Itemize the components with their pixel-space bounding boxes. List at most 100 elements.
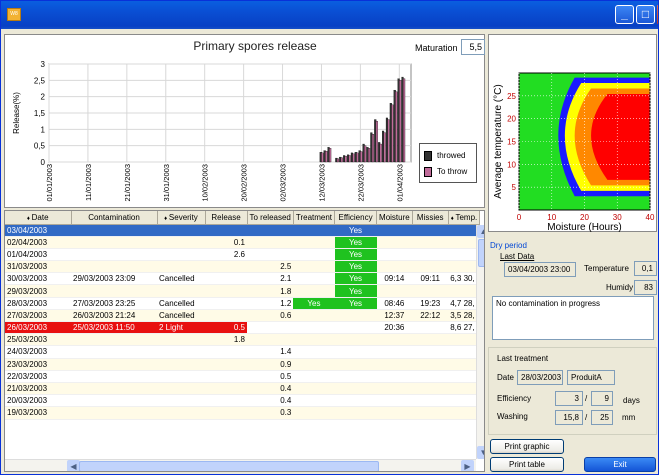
release-chart-panel: Primary spores release Maturation 5,5 00… (4, 34, 485, 208)
table-cell (157, 333, 205, 347)
table-row[interactable]: 19/03/2003 0.3 (5, 406, 480, 420)
table-row[interactable]: 20/03/2003 0.4 (5, 394, 480, 408)
table-row[interactable]: 28/03/2003 27/03/2003 23:25 Cancelled 1.2 Ye… (5, 297, 480, 310)
print-table-button[interactable]: Print table (490, 457, 564, 472)
table-cell (293, 394, 335, 408)
table-row[interactable]: 23/03/2003 0.9 (5, 358, 480, 371)
table-cell: 0.1 (205, 236, 247, 249)
table-cell (293, 248, 335, 262)
table-row[interactable]: 26/03/2003 25/03/2003 11:50 2 Light 0.5 20:3… (5, 321, 480, 335)
column-header[interactable]: To released (247, 211, 294, 225)
table-cell (293, 224, 335, 237)
table-cell (157, 394, 205, 408)
table-cell (334, 321, 377, 335)
table-cell (293, 382, 335, 396)
column-header-label: Efficiency (338, 212, 373, 222)
table-cell (157, 260, 205, 274)
efficiency-unit: days (623, 396, 640, 405)
bar (344, 155, 347, 163)
table-cell (376, 248, 413, 262)
table-row[interactable]: 22/03/2003 0.5 (5, 370, 480, 383)
close-button[interactable] (657, 5, 658, 24)
table-cell: Cancelled (157, 272, 205, 286)
table-horizontal-scrollbar[interactable]: ◀ ▶ (5, 459, 476, 471)
table-cell (205, 297, 247, 310)
exit-button[interactable]: Exit (584, 457, 656, 472)
table-row[interactable]: 30/03/2003 29/03/2003 23:09 Cancelled 2.1 Ye… (5, 272, 480, 286)
risk-chart-panel: 0 10 20 30 40 5 10 15 20 25 Moisture (Hours) Averag… (488, 34, 657, 233)
last-data-label: Last Data (500, 252, 535, 261)
table-cell (412, 284, 449, 298)
y-axis-label: Release(%) (12, 92, 21, 134)
scroll-down-icon[interactable]: ▼ (477, 446, 484, 459)
table-cell: Yes (293, 297, 335, 310)
efficiency-label: Efficiency (497, 394, 532, 403)
table-cell: Yes (334, 236, 377, 249)
data-table-panel: ♦ Date Contamination ♦ Severity Release To r… (4, 210, 485, 472)
table-row[interactable]: 27/03/2003 26/03/2003 21:24 Cancelled 0.6 12… (5, 309, 480, 323)
table-cell (205, 370, 247, 383)
table-row[interactable]: 25/03/2003 1.8 (5, 333, 480, 347)
table-cell (293, 321, 335, 335)
table-cell (334, 394, 377, 408)
table-row[interactable]: 31/03/2003 2.5 Yes (5, 260, 480, 274)
table-cell: 1.2 (247, 297, 294, 310)
scroll-up-icon[interactable]: ▲ (477, 225, 484, 238)
table-cell: Yes (334, 224, 377, 237)
table-cell (293, 236, 335, 249)
table-cell (205, 406, 247, 420)
bar (387, 119, 390, 163)
table-cell (247, 236, 294, 249)
bar (383, 132, 386, 163)
table-cell (412, 260, 449, 274)
humidity-field: 83 (634, 280, 657, 295)
table-cell: 12:37 (376, 309, 413, 323)
bar (321, 152, 324, 163)
table-cell (334, 406, 377, 420)
column-header[interactable]: Missies (412, 211, 449, 225)
column-header[interactable]: Contamination (71, 211, 158, 225)
table-row[interactable]: 02/04/2003 0.1 Yes (5, 236, 480, 249)
washing-unit: mm (622, 413, 636, 422)
y-tick-label: 2,5 (34, 76, 46, 85)
column-header[interactable]: Release (205, 211, 248, 225)
column-header[interactable]: ♦ Temp. (448, 211, 481, 225)
column-header[interactable]: Treatment (293, 211, 336, 225)
table-cell (412, 345, 449, 359)
table-cell: 0.5 (205, 321, 247, 335)
minimize-button[interactable]: _ (615, 5, 634, 24)
table-row[interactable]: 29/03/2003 1.8 Yes (5, 284, 480, 298)
table-cell: 27/03/2003 23:25 (71, 297, 157, 310)
table-row[interactable]: 24/03/2003 1.4 (5, 345, 480, 359)
column-header[interactable]: Efficiency (334, 211, 378, 225)
column-header[interactable]: ♦ Severity (157, 211, 206, 225)
table-vertical-scrollbar[interactable]: ▲ ▼ (476, 225, 484, 459)
bar (340, 157, 343, 163)
scroll-right-icon[interactable]: ▶ (461, 460, 474, 471)
table-cell (376, 260, 413, 274)
print-graphic-button[interactable]: Print graphic (490, 439, 564, 454)
table-cell (71, 236, 157, 249)
horizontal-scroll-thumb[interactable] (79, 461, 379, 471)
table-cell (71, 370, 157, 383)
washing-value-field: 15,8 (555, 410, 583, 425)
x-tick-label: 20 (580, 213, 589, 222)
bar (336, 158, 339, 163)
table-cell (71, 260, 157, 274)
y-tick-label: 0,5 (34, 142, 46, 151)
title-bar[interactable]: W8 _ □ (1, 1, 658, 29)
table-cell: Yes (334, 260, 377, 274)
table-cell: 1.8 (205, 333, 247, 347)
table-row[interactable]: 01/04/2003 2.6 Yes (5, 248, 480, 262)
column-header[interactable]: ♦ Date (5, 211, 72, 225)
column-header[interactable]: Moisture (376, 211, 413, 225)
table-cell (412, 224, 449, 237)
table-row[interactable]: 03/04/2003 Yes (5, 224, 480, 237)
temperature-label: Temperature (584, 264, 629, 273)
vertical-scroll-thumb[interactable] (478, 239, 484, 267)
table-cell: 09:11 (412, 272, 449, 286)
bar (395, 91, 398, 163)
table-row[interactable]: 21/03/2003 0.4 (5, 382, 480, 396)
maximize-button[interactable]: □ (636, 5, 655, 24)
table-cell (376, 370, 413, 383)
